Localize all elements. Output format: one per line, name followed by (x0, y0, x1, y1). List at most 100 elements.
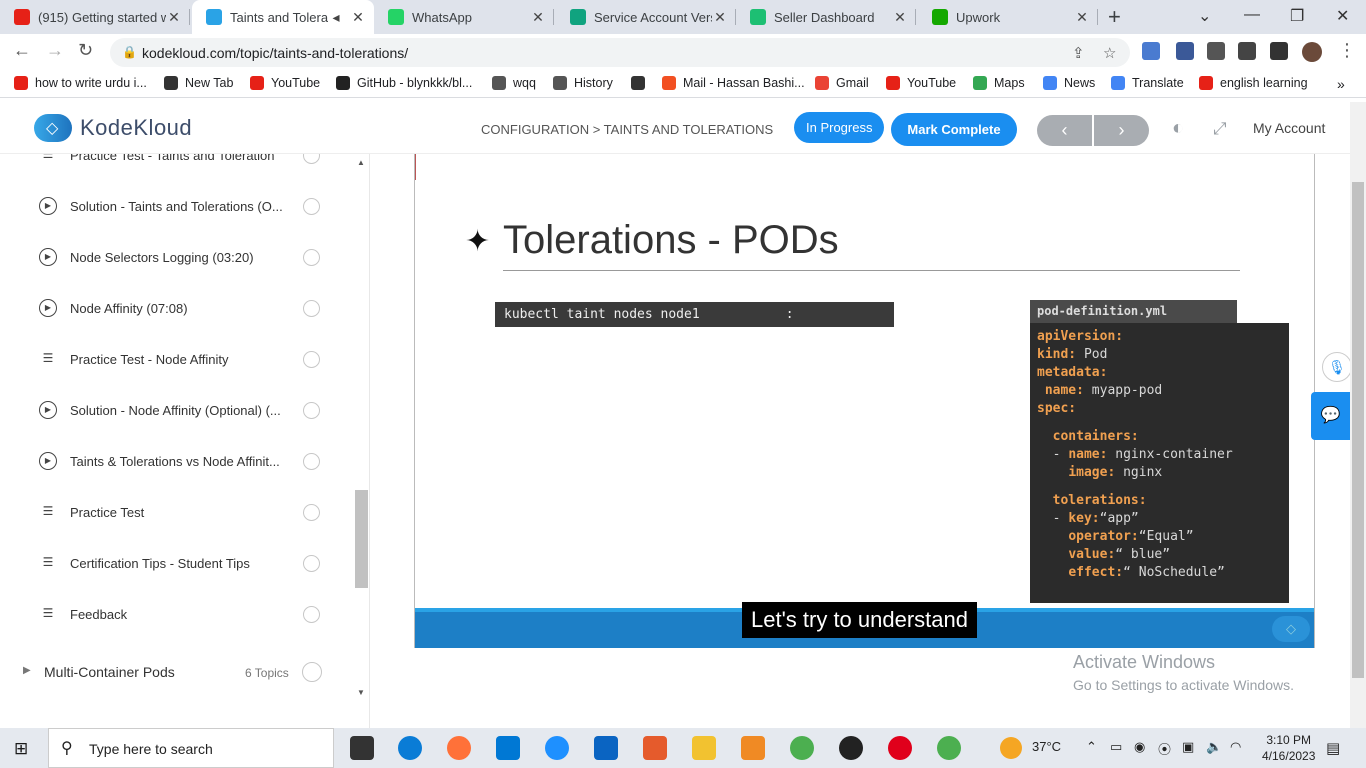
taskbar-search[interactable]: ⚲ Type here to search (48, 728, 334, 768)
lesson-status-circle[interactable] (303, 299, 320, 317)
bookmark-item[interactable]: YouTube (886, 76, 956, 90)
notification-icon[interactable]: ▤ (1326, 739, 1340, 757)
lesson-item[interactable]: ☰ Certification Tips - Student Tips (0, 548, 340, 578)
lesson-item[interactable]: ☰ Practice Test - Node Affinity (0, 344, 340, 374)
share-icon[interactable]: ⇪ (1072, 44, 1085, 62)
mail-icon[interactable] (594, 736, 618, 760)
tab-close-icon[interactable]: ✕ (712, 9, 728, 26)
lesson-item[interactable]: ☰ Practice Test - Taints and Toleration (0, 154, 340, 170)
profile-avatar[interactable] (1302, 42, 1322, 62)
lesson-status-circle[interactable] (303, 554, 320, 572)
url-text[interactable]: kodekloud.com/topic/taints-and-toleratio… (142, 45, 408, 61)
lesson-status-circle[interactable] (303, 350, 320, 368)
scroll-down-arrow-icon[interactable]: ▼ (357, 688, 365, 697)
my-account-link[interactable]: My Account (1253, 120, 1325, 136)
reload-button[interactable]: ↻ (78, 40, 93, 61)
volume-icon[interactable]: 🔈 (1206, 739, 1222, 755)
next-lesson-button[interactable]: › (1094, 115, 1149, 146)
battery-icon[interactable]: ▭ (1110, 739, 1122, 755)
bookmark-item[interactable]: GitHub - blynkkk/bl... (336, 76, 472, 90)
taskbar-clock[interactable]: 3:10 PM 4/16/2023 (1262, 732, 1315, 764)
wifi-icon[interactable]: ◠ (1230, 739, 1241, 755)
address-bar[interactable]: 🔒 kodekloud.com/topic/taints-and-tolerat… (110, 38, 1130, 67)
lesson-item[interactable]: ▶ Solution - Node Affinity (Optional) (..… (0, 395, 340, 425)
media-control-icon[interactable] (1238, 42, 1256, 60)
download-extension-icon[interactable] (1176, 42, 1194, 60)
tab-close-icon[interactable]: ✕ (350, 9, 366, 26)
camera-app-icon[interactable] (839, 736, 863, 760)
lesson-status-circle[interactable] (303, 401, 320, 419)
lesson-status-circle[interactable] (303, 503, 320, 521)
sidebar-scrollbar[interactable]: ▲ ▼ (355, 154, 368, 728)
lesson-item[interactable]: ▶ Solution - Taints and Tolerations (O... (0, 191, 340, 221)
tab-close-icon[interactable]: ✕ (892, 9, 908, 26)
lesson-status-circle[interactable] (303, 197, 320, 215)
lesson-item[interactable]: ☰ Practice Test (0, 497, 340, 527)
browser-tab[interactable]: Taints and Tolerati ◂ ✕ (192, 0, 374, 34)
bookmark-item[interactable]: History (553, 76, 613, 90)
edge-icon[interactable] (398, 736, 422, 760)
bookmark-item[interactable]: Translate (1111, 76, 1184, 90)
device-icon[interactable]: ▣ (1182, 739, 1194, 755)
bookmark-item[interactable]: wqq (492, 76, 536, 90)
tab-close-icon[interactable]: ✕ (166, 9, 182, 26)
bookmark-item[interactable]: Maps (973, 76, 1025, 90)
mark-complete-button[interactable]: Mark Complete (891, 113, 1017, 146)
windows-start-icon[interactable]: ⊞ (14, 739, 28, 759)
telegram-icon[interactable] (545, 736, 569, 760)
minimize-button[interactable]: — (1244, 6, 1260, 24)
tray-chevron-icon[interactable]: ⌃ (1086, 739, 1097, 755)
webcam-icon[interactable]: ⦿ (1158, 739, 1171, 758)
video-player[interactable]: ✦ Tolerations - PODs kubectl taint nodes… (414, 154, 1315, 648)
forward-button[interactable]: → (46, 40, 64, 61)
kodekloud-logo[interactable]: KodeKloud (34, 114, 192, 142)
opera-icon[interactable] (888, 736, 912, 760)
task-view-icon[interactable] (350, 736, 374, 760)
tab-close-icon[interactable]: ✕ (530, 9, 546, 26)
more-bookmarks-icon[interactable]: » (1337, 76, 1345, 92)
browser-tab[interactable]: WhatsApp ✕ (374, 0, 554, 34)
bookmark-item[interactable]: News (1043, 76, 1095, 90)
firefox-icon[interactable] (447, 736, 471, 760)
mic-icon[interactable]: 🎙 (1322, 352, 1352, 382)
lesson-item[interactable]: ▶ Node Affinity (07:08) (0, 293, 340, 323)
bookmark-item[interactable] (631, 76, 652, 90)
tab-search-icon[interactable]: ⌄ (1198, 6, 1211, 26)
browser-tab[interactable]: Upwork ✕ (918, 0, 1098, 34)
store-icon[interactable] (496, 736, 520, 760)
meet-icon[interactable]: ◉ (1134, 739, 1145, 755)
file-explorer-icon[interactable] (692, 736, 716, 760)
bookmark-item[interactable]: Gmail (815, 76, 869, 90)
bookmark-item[interactable]: New Tab (164, 76, 233, 90)
lesson-item[interactable]: ▶ Node Selectors Logging (03:20) (0, 242, 340, 272)
taskbar-search-placeholder[interactable]: Type here to search (89, 741, 213, 757)
lesson-status-circle[interactable] (303, 154, 320, 164)
section-multi-container-pods[interactable]: ▶ Multi-Container Pods 6 Topics (0, 659, 340, 689)
weather-icon[interactable] (1000, 737, 1022, 759)
back-button[interactable]: ← (13, 40, 31, 61)
dark-mode-toggle-icon[interactable]: ◐ (1172, 117, 1184, 140)
lesson-item[interactable]: ▶ Taints & Tolerations vs Node Affinit... (0, 446, 340, 476)
bookmark-star-icon[interactable]: ☆ (1103, 44, 1116, 62)
scroll-up-arrow-icon[interactable]: ▲ (357, 158, 365, 167)
browser-tab[interactable]: Service Account Versio✕ (556, 0, 736, 34)
voice-extension-icon[interactable] (1142, 42, 1160, 60)
previous-lesson-button[interactable]: ‹ (1037, 115, 1092, 146)
bookmark-item[interactable]: how to write urdu i... (14, 76, 147, 90)
weather-temp[interactable]: 37°C (1032, 739, 1061, 754)
chat-icon[interactable]: 💬 (1311, 392, 1350, 440)
tab-audio-icon[interactable]: ◂ (328, 9, 344, 26)
browser-tab[interactable]: (915) Getting started w ✕ (0, 0, 190, 34)
chrome-icon[interactable] (790, 736, 814, 760)
bookmark-item[interactable]: Mail - Hassan Bashi... (662, 76, 805, 90)
browser-tab[interactable]: Seller Dashboard ✕ (736, 0, 916, 34)
fullscreen-icon[interactable]: ⤢ (1213, 119, 1227, 139)
menu-kebab-icon[interactable]: ⋮ (1338, 40, 1356, 61)
tab-close-icon[interactable]: ✕ (1074, 9, 1090, 26)
sidebar-scroll-thumb[interactable] (355, 490, 368, 588)
bookmark-item[interactable]: YouTube (250, 76, 320, 90)
lesson-item[interactable]: ☰ Feedback (0, 599, 340, 629)
settings-app-icon[interactable] (741, 736, 765, 760)
lesson-status-circle[interactable] (303, 452, 320, 470)
chrome-active-icon[interactable] (937, 736, 961, 760)
